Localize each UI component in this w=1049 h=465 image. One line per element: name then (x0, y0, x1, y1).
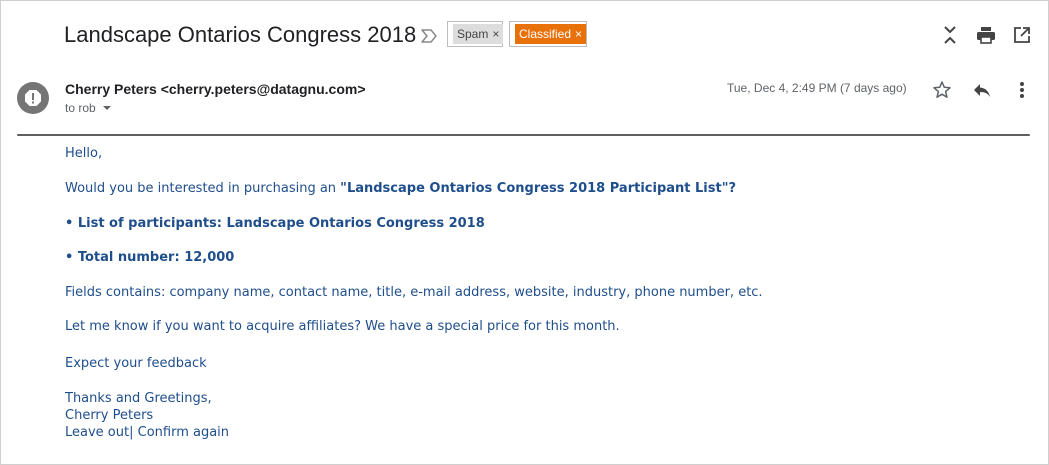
body-bullet-participants: • List of participants: Landscape Ontari… (65, 216, 485, 231)
recipient-details[interactable]: to rob (65, 101, 112, 115)
body-expect-feedback: Expect your feedback (65, 356, 207, 371)
collapse-icon[interactable] (939, 24, 961, 46)
email-date: Tue, Dec 4, 2:49 PM (7 days ago) (727, 81, 907, 95)
label-spam-text: Spam (457, 27, 489, 41)
body-bullet-total: • Total number: 12,000 (65, 250, 235, 265)
body-question: Would you be interested in purchasing an… (65, 181, 736, 196)
open-new-window-icon[interactable] (1011, 24, 1033, 46)
more-vert-icon[interactable] (1011, 79, 1033, 101)
dropdown-arrow-icon[interactable] (102, 105, 112, 111)
label-classified-text: Classified (519, 27, 572, 41)
body-links: Leave out| Confirm again (65, 425, 229, 440)
remove-label-spam-button[interactable]: × (492, 28, 499, 40)
remove-label-classified-button[interactable]: × (575, 28, 582, 40)
sender-name: Cherry Peters <cherry.peters@datagnu.com… (65, 81, 366, 97)
body-affiliates: Let me know if you want to acquire affil… (65, 319, 620, 334)
confirm-again-link[interactable]: Confirm again (133, 425, 229, 440)
label-spam: Spam × (447, 21, 504, 47)
print-icon[interactable] (975, 24, 997, 46)
body-greeting: Hello, (65, 146, 103, 161)
label-classified: Classified × (509, 21, 587, 47)
header-divider (17, 134, 1030, 136)
body-fields: Fields contains: company name, contact n… (65, 285, 763, 300)
reply-icon[interactable] (971, 79, 993, 101)
body-question-prefix: Would you be interested in purchasing an (65, 181, 341, 196)
body-thanks: Thanks and Greetings, (65, 391, 212, 406)
spam-alert-icon (17, 82, 49, 114)
star-icon[interactable] (931, 79, 953, 101)
body-question-bold: "Landscape Ontarios Congress 2018 Partic… (340, 181, 737, 196)
email-subject: Landscape Ontarios Congress 2018 (64, 22, 417, 47)
body-signature: Cherry Peters (65, 408, 154, 423)
leave-out-link[interactable]: Leave out (65, 425, 129, 440)
important-marker-icon[interactable] (420, 28, 438, 44)
recipient-label: to rob (65, 101, 96, 115)
